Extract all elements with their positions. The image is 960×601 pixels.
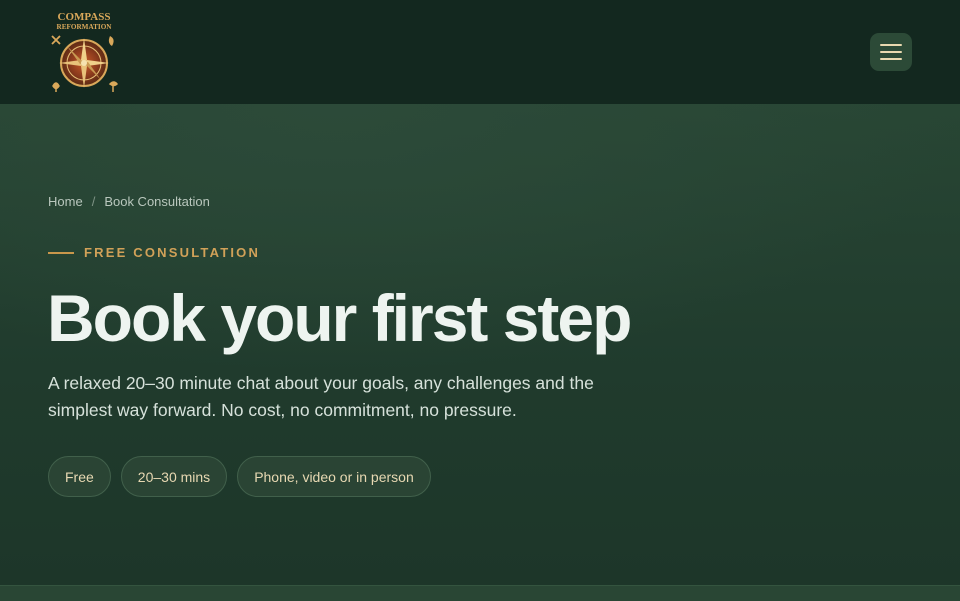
breadcrumb: Home / Book Consultation — [48, 194, 210, 209]
page-title: Book your first step — [47, 281, 632, 355]
breadcrumb-current: Book Consultation — [104, 194, 210, 209]
eyebrow: FREE CONSULTATION — [48, 245, 260, 260]
menu-button[interactable] — [870, 33, 912, 71]
hero-lede: A relaxed 20–30 minute chat about your g… — [48, 373, 594, 420]
pill-duration: 20–30 mins — [120, 456, 228, 497]
site-header: COMPASS REFORMATION — [0, 0, 960, 104]
feature-pills: Free 20–30 mins Phone, video or in perso… — [48, 456, 431, 497]
compass-rose-icon: COMPASS REFORMATION — [51, 11, 118, 92]
eyebrow-text: FREE CONSULTATION — [84, 245, 261, 260]
breadcrumb-home-link[interactable]: Home — [48, 194, 83, 209]
logo-text-line1: COMPASS — [58, 11, 111, 23]
eyebrow-line — [48, 251, 74, 254]
site-logo[interactable]: COMPASS REFORMATION — [48, 8, 120, 96]
hamburger-menu-icon — [880, 44, 902, 60]
logo-text-line2: REFORMATION — [57, 23, 113, 31]
pill-format: Phone, video or in person — [237, 456, 431, 497]
pill-free: Free — [48, 456, 111, 497]
breadcrumb-separator: / — [91, 194, 96, 209]
section-divider — [0, 585, 960, 601]
